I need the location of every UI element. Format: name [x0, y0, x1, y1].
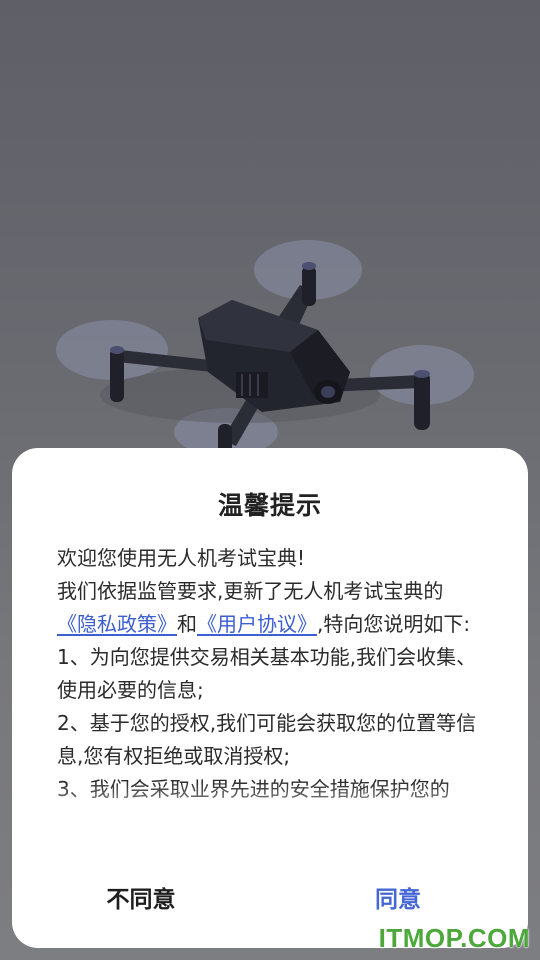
privacy-dialog: 温馨提示 欢迎您使用无人机考试宝典! 我们依据监管要求,更新了无人机考试宝典的《… — [12, 448, 528, 948]
intro-paragraph: 我们依据监管要求,更新了无人机考试宝典的《隐私政策》和《用户协议》,特向您说明如… — [57, 575, 483, 641]
dialog-content[interactable]: 欢迎您使用无人机考试宝典! 我们依据监管要求,更新了无人机考试宝典的《隐私政策》… — [57, 542, 483, 842]
list-item-3: 3、我们会采取业界先进的安全措施保护您的 — [57, 777, 450, 801]
dialog-title: 温馨提示 — [217, 491, 322, 520]
intro-text-after: ,特向您说明如下: — [317, 612, 471, 636]
list-item-2: 2、基于您的授权,我们可能会获取您的位置等信息,您有权拒绝或取消授权; — [57, 711, 477, 768]
watermark-logo: ITMOP.COM — [378, 923, 530, 953]
privacy-policy-link[interactable]: 《隐私政策》 — [57, 612, 177, 636]
intro-text-before: 我们依据监管要求,更新了无人机考试宝典的 — [57, 579, 444, 603]
list-item-1: 1、为向您提供交易相关基本功能,我们会收集、使用必要的信息; — [57, 645, 477, 702]
agree-button[interactable]: 同意 — [298, 878, 498, 922]
and-text: 和 — [177, 612, 197, 636]
greeting-text: 欢迎您使用无人机考试宝典! — [57, 546, 306, 570]
decline-button[interactable]: 不同意 — [41, 878, 241, 922]
user-agreement-link[interactable]: 《用户协议》 — [197, 612, 317, 636]
